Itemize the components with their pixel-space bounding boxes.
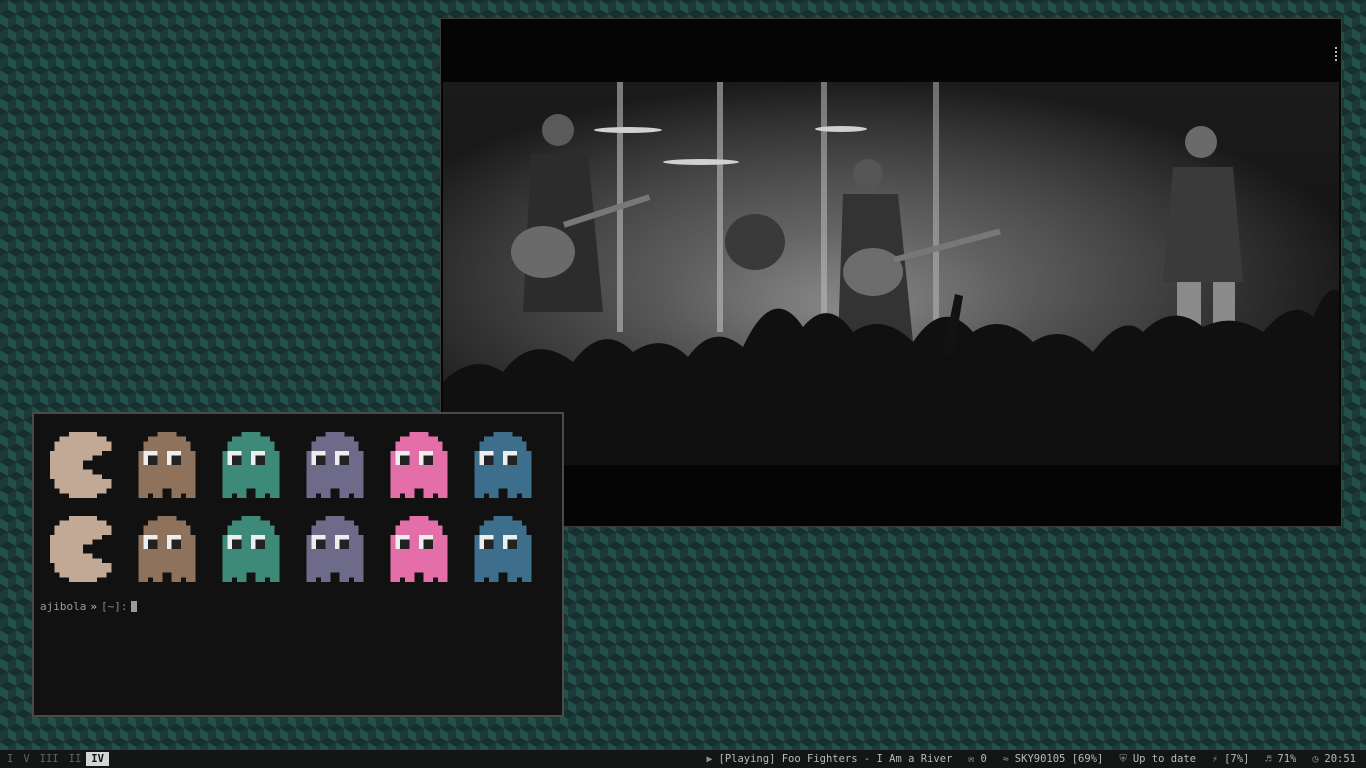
shield-icon: ⛨ [1119, 753, 1127, 765]
workspace-iii[interactable]: III [35, 752, 64, 766]
wifi-block[interactable]: ≈ SKY90105 [69%] [1003, 753, 1104, 765]
pacman-sprite [46, 432, 120, 498]
prompt-cwd: [~]: [100, 600, 128, 613]
shell-prompt[interactable]: ajibola » [~]: [40, 600, 138, 613]
clock-block[interactable]: ◷ 20:51 [1312, 753, 1356, 765]
media-text: [Playing] Foo Fighters - I Am a River [718, 753, 953, 765]
volume-block[interactable]: ♬ 71% [1265, 753, 1296, 765]
battery-text: [7%] [1224, 753, 1250, 765]
workspace-i[interactable]: I [2, 752, 18, 766]
mail-icon: ✉ [968, 753, 975, 765]
terminal-window[interactable]: ajibola » [~]: [32, 412, 564, 717]
ghost-sprite [130, 432, 204, 498]
ghost-sprite [214, 432, 288, 498]
workspace-switcher: I V III II IV [0, 750, 109, 768]
ghost-sprite [298, 516, 372, 582]
clock-text: 20:51 [1324, 753, 1356, 765]
pacman-sprite [46, 516, 120, 582]
ghost-sprite [214, 516, 288, 582]
ghost-sprite [466, 432, 540, 498]
play-circle-icon: ▶ [706, 753, 713, 765]
ghost-sprite [298, 432, 372, 498]
workspace-v[interactable]: V [18, 752, 34, 766]
mail-count: 0 [980, 753, 987, 765]
updates-block[interactable]: ⛨ Up to date [1119, 753, 1196, 765]
media-block[interactable]: ▶ [Playing] Foo Fighters - I Am a River [706, 753, 952, 765]
bolt-icon: ⚡ [1212, 753, 1219, 765]
wifi-icon: ≈ [1002, 753, 1009, 765]
battery-block[interactable]: ⚡ [7%] [1212, 753, 1249, 765]
workspace-ii[interactable]: II [64, 752, 87, 766]
clock-icon: ◷ [1312, 753, 1319, 765]
resize-grip-icon[interactable] [1335, 47, 1339, 61]
ghost-sprite [382, 516, 456, 582]
wifi-text: SKY90105 [69%] [1014, 753, 1104, 765]
video-frame[interactable] [443, 82, 1339, 465]
status-bar: I V III II IV ▶ [Playing] Foo Fighters - I A… [0, 750, 1366, 768]
ghost-sprite [130, 516, 204, 582]
speaker-icon: ♬ [1265, 753, 1272, 765]
prompt-user: ajibola [40, 600, 87, 613]
ghost-sprite [382, 432, 456, 498]
pacman-sprite-grid [46, 432, 540, 582]
mail-block[interactable]: ✉ 0 [968, 753, 986, 765]
workspace-iv[interactable]: IV [86, 752, 109, 766]
volume-text: 71% [1277, 753, 1297, 765]
video-player-window[interactable] [440, 18, 1342, 527]
prompt-arrow: » [90, 600, 97, 613]
concert-scene-image [443, 82, 1339, 465]
ghost-sprite [466, 516, 540, 582]
updates-text: Up to date [1132, 753, 1197, 765]
text-cursor [131, 601, 138, 612]
